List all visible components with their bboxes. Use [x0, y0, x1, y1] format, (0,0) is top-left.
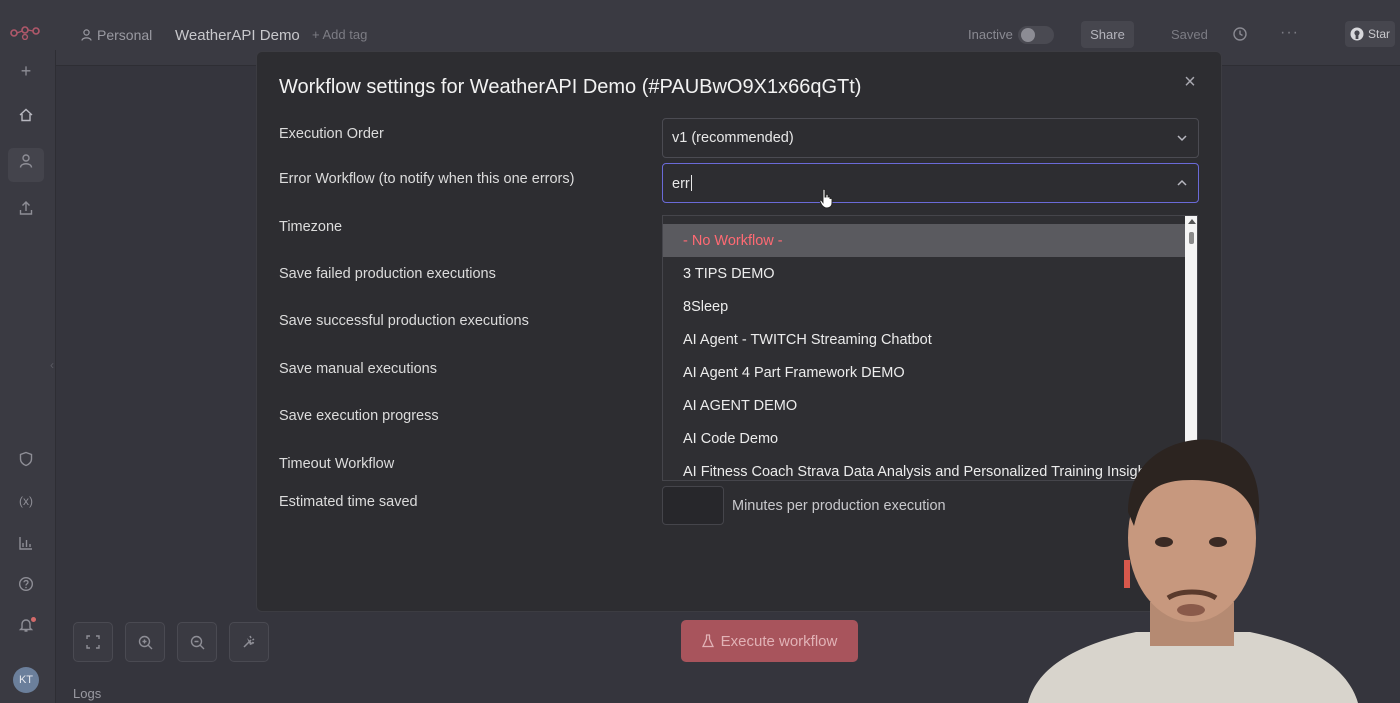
execution-order-select[interactable]: v1 (recommended) [662, 118, 1199, 158]
tidy-up-button[interactable] [229, 622, 269, 662]
text-caret [690, 175, 692, 191]
error-workflow-select[interactable]: err [662, 163, 1199, 203]
workflow-name[interactable]: WeatherAPI Demo [175, 27, 300, 44]
active-toggle[interactable] [1018, 26, 1054, 44]
avatar[interactable]: KT [13, 667, 39, 693]
timezone-label: Timezone [279, 219, 343, 235]
upload-icon[interactable] [18, 200, 34, 216]
modal-title: Workflow settings for WeatherAPI Demo (#… [279, 76, 862, 98]
wand-icon [243, 635, 255, 648]
github-icon [1350, 27, 1364, 41]
chart-icon[interactable] [18, 535, 34, 551]
zoom-in-button[interactable] [125, 622, 165, 662]
fit-view-button[interactable] [73, 622, 113, 662]
breadcrumb-workspace[interactable]: Personal [81, 27, 152, 43]
sidebar: + (x) KT [0, 50, 56, 703]
dropdown-option[interactable]: AI Agent - TWITCH Streaming Chatbot [663, 323, 1186, 356]
collapse-chevron-icon[interactable]: ‹ [50, 358, 54, 372]
execute-workflow-label: Execute workflow [720, 632, 838, 650]
shield-icon[interactable] [18, 451, 34, 467]
fullscreen-icon [86, 635, 100, 649]
star-label: Star [1367, 27, 1390, 41]
zoom-out-icon [190, 635, 204, 649]
mouse-pointer-icon [819, 189, 833, 209]
add-tag-button[interactable]: + Add tag [312, 27, 367, 42]
user-icon [81, 29, 92, 41]
help-icon[interactable] [18, 576, 34, 592]
scrollbar-thumb[interactable] [1189, 232, 1194, 244]
n8n-logo-icon[interactable] [10, 26, 40, 40]
status-label: Inactive [968, 27, 1013, 42]
minutes-input[interactable] [662, 486, 724, 525]
more-options-icon[interactable]: ··· [1280, 24, 1299, 42]
dropdown-option[interactable]: AI AGENT DEMO [663, 389, 1186, 422]
zoom-out-button[interactable] [177, 622, 217, 662]
estimated-time-saved-label: Estimated time saved [279, 494, 418, 510]
dropdown-option[interactable]: - No Workflow - [663, 224, 1186, 257]
scroll-up-arrow-icon[interactable] [1188, 219, 1196, 224]
flask-icon [701, 634, 714, 648]
logs-panel-toggle[interactable]: Logs [73, 686, 101, 701]
execution-order-label: Execution Order [279, 126, 384, 142]
chevron-down-icon [1177, 135, 1187, 142]
search-text: err [672, 176, 690, 192]
user-icon[interactable] [18, 153, 34, 169]
notification-dot [31, 617, 36, 622]
variables-icon[interactable]: (x) [18, 493, 34, 509]
github-star-button[interactable]: Star [1345, 21, 1395, 47]
save-failed-label: Save failed production executions [279, 266, 496, 282]
execution-order-value: v1 (recommended) [672, 130, 794, 146]
workspace-label: Personal [97, 27, 153, 43]
save-manual-label: Save manual executions [279, 361, 437, 377]
dropdown-option[interactable]: AI Agent 4 Part Framework DEMO [663, 356, 1186, 389]
history-icon[interactable] [1232, 26, 1248, 42]
error-workflow-search-input[interactable]: err [672, 175, 692, 192]
dropdown-option[interactable]: 3 TIPS DEMO [663, 257, 1186, 290]
save-successful-label: Save successful production executions [279, 313, 529, 329]
minutes-label: Minutes per production execution [732, 498, 946, 514]
timeout-workflow-label: Timeout Workflow [279, 456, 395, 472]
add-icon[interactable]: + [18, 62, 34, 80]
dropdown-option[interactable]: 8Sleep [663, 290, 1186, 323]
close-icon[interactable]: × [1182, 72, 1198, 92]
toggle-knob [1021, 28, 1035, 42]
save-progress-label: Save execution progress [279, 408, 439, 424]
error-workflow-label: Error Workflow (to notify when this one … [279, 171, 575, 187]
home-icon[interactable] [18, 107, 34, 123]
share-button[interactable]: Share [1081, 21, 1134, 48]
saved-status: Saved [1171, 27, 1208, 42]
execute-workflow-button[interactable]: Execute workflow [681, 620, 858, 662]
zoom-in-icon [138, 635, 152, 649]
presenter-webcam-image [1028, 439, 1358, 703]
chevron-up-icon [1177, 179, 1187, 186]
